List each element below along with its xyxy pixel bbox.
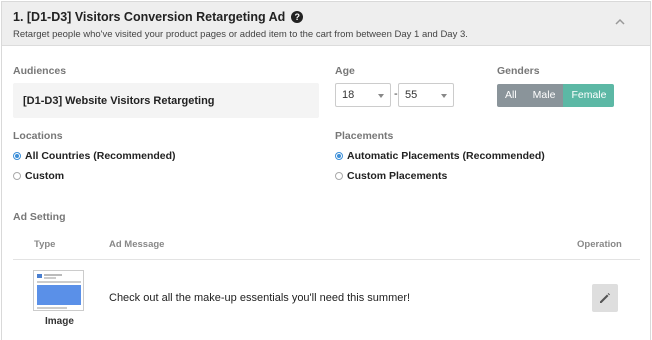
ad-set-subtitle: Retarget people who've visited your prod…	[13, 29, 468, 40]
age-max-select[interactable]: 55	[398, 83, 454, 107]
audiences-label: Audiences	[13, 65, 67, 77]
location-all-countries-option[interactable]: All Countries (Recommended)	[13, 150, 176, 162]
ad-set-title-text: 1. [D1-D3] Visitors Conversion Retargeti…	[13, 10, 286, 24]
table-divider	[13, 259, 640, 260]
age-label: Age	[335, 65, 355, 77]
ad-image-thumbnail[interactable]	[33, 270, 84, 311]
location-custom-option[interactable]: Custom	[13, 170, 64, 182]
audience-value: [D1-D3] Website Visitors Retargeting	[23, 95, 215, 107]
placements-label: Placements	[335, 130, 394, 142]
placement-option-label: Custom Placements	[347, 170, 448, 182]
gender-male-button[interactable]: Male	[524, 84, 564, 107]
location-option-label: All Countries (Recommended)	[25, 150, 176, 162]
caret-down-icon	[441, 94, 447, 98]
ad-set-panel: 1. [D1-D3] Visitors Conversion Retargeti…	[1, 1, 651, 340]
help-icon[interactable]: ?	[291, 11, 304, 23]
age-min-select[interactable]: 18	[335, 83, 391, 107]
column-header-operation: Operation	[577, 239, 622, 250]
caret-down-icon	[378, 94, 384, 98]
edit-ad-button[interactable]	[592, 284, 618, 312]
collapse-button[interactable]	[610, 12, 630, 32]
radio-unchecked-icon[interactable]	[335, 172, 343, 180]
radio-checked-icon[interactable]	[13, 152, 21, 160]
radio-unchecked-icon[interactable]	[13, 172, 21, 180]
ad-set-title: 1. [D1-D3] Visitors Conversion Retargeti…	[13, 10, 304, 24]
locations-label: Locations	[13, 130, 63, 142]
chevron-up-icon	[615, 18, 625, 25]
column-header-ad-message: Ad Message	[109, 239, 165, 250]
location-option-label: Custom	[25, 170, 65, 182]
column-header-type: Type	[34, 239, 56, 250]
age-max-value: 55	[405, 89, 418, 101]
gender-female-button[interactable]: Female	[563, 84, 615, 107]
gender-all-button[interactable]: All	[497, 84, 525, 107]
ad-message-text: Check out all the make-up essentials you…	[109, 292, 411, 304]
pencil-icon	[600, 293, 610, 303]
gender-toggle-group: All Male Female	[497, 84, 615, 107]
genders-label: Genders	[497, 65, 540, 77]
audience-field: [D1-D3] Website Visitors Retargeting	[13, 83, 319, 118]
age-min-value: 18	[342, 89, 355, 101]
placement-custom-option[interactable]: Custom Placements	[335, 170, 447, 182]
placement-option-label: Automatic Placements (Recommended)	[347, 150, 545, 162]
placement-automatic-option[interactable]: Automatic Placements (Recommended)	[335, 150, 545, 162]
radio-checked-icon[interactable]	[335, 152, 343, 160]
ad-set-header[interactable]: 1. [D1-D3] Visitors Conversion Retargeti…	[2, 2, 650, 46]
ad-setting-label: Ad Setting	[13, 211, 66, 223]
ad-type-label: Image	[45, 316, 74, 327]
